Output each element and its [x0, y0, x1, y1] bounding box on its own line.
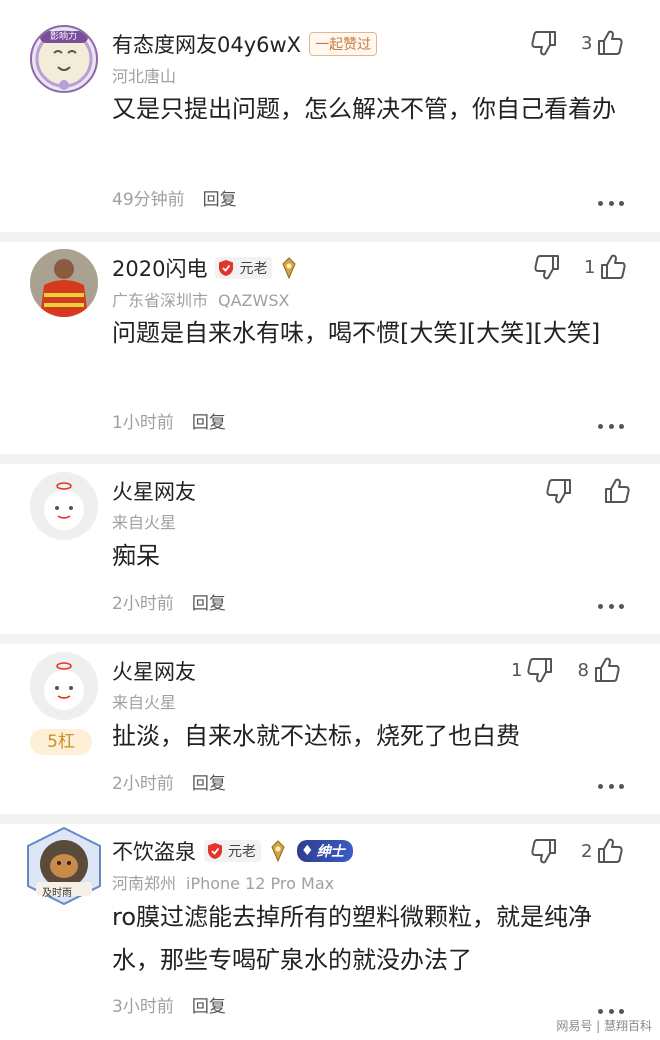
reply-button[interactable]: 回复 [203, 185, 237, 210]
like-button[interactable]: 2 [581, 836, 625, 866]
timestamp: 49分钟前 [112, 190, 185, 210]
divider [0, 814, 660, 824]
like-count: 1 [584, 256, 596, 278]
location-text: 广东省深圳市 [112, 291, 209, 310]
more-icon[interactable] [598, 782, 624, 790]
location: 来自火星 [112, 509, 176, 533]
like-count: 2 [581, 840, 593, 862]
location-text: 来自火星 [112, 513, 177, 532]
comment-text: ro膜过滤能去掉所有的塑料微颗粒，就是纯净水，那些专喝矿泉水的就没办法了 [112, 903, 593, 974]
elder-badge: 元老 [204, 840, 261, 862]
default-avatar-icon [30, 472, 98, 540]
thumbs-up-icon [598, 252, 628, 282]
like-count: 3 [581, 32, 593, 54]
thumbs-down-icon [529, 28, 559, 58]
avatar[interactable]: 及时雨 [24, 826, 104, 906]
device-text: iPhone 12 Pro Max [186, 874, 335, 893]
location: 来自火星 [112, 689, 176, 713]
comment-text: 痴呆 [112, 542, 160, 570]
comment-text: 问题是自来水有味，喝不惯[大笑][大笑][大笑] [112, 319, 601, 347]
avatar-frame-label: 及时雨 [42, 888, 72, 899]
dislike-button[interactable] [526, 28, 559, 58]
divider [0, 232, 660, 242]
avatar[interactable] [30, 249, 98, 317]
comment-item: 5杠 火星网友 来自火星 扯淡，自来水就不达标，烧死了也白费 2小时前 回复 1… [0, 644, 660, 814]
location-text: 河北唐山 [112, 67, 177, 86]
username[interactable]: 有态度网友04y6wX [112, 29, 301, 59]
default-avatar-icon [30, 652, 98, 720]
rank-badge: 5杠 [30, 729, 92, 755]
reply-button[interactable]: 回复 [192, 589, 226, 614]
thumbs-up-icon [595, 28, 625, 58]
reply-button[interactable]: 回复 [192, 408, 226, 433]
dislike-count: 1 [511, 659, 523, 681]
shield-icon [208, 843, 222, 859]
gentleman-badge: ♦ 绅士 [297, 840, 353, 862]
thumbs-up-icon [592, 655, 622, 685]
avatar-frame-label: 影响力 [50, 32, 78, 42]
more-icon[interactable] [598, 199, 624, 207]
like-button[interactable] [599, 476, 632, 506]
reply-button[interactable]: 回复 [192, 769, 226, 794]
comment-item: 影响力 有态度网友04y6wX 一起赞过 河北唐山 又是只提出问题，怎么解决不管… [0, 0, 660, 232]
location: 河北唐山 [112, 63, 176, 87]
username[interactable]: 不饮盗泉 [112, 836, 196, 866]
elder-badge: 元老 [215, 257, 273, 279]
location-text: 河南郑州 [112, 874, 177, 893]
like-button[interactable]: 8 [577, 655, 621, 685]
location: 广东省深圳市 QAZWSX [112, 287, 289, 311]
comment-item: 火星网友 来自火星 痴呆 2小时前 回复 [0, 464, 660, 634]
medal-icon [282, 257, 297, 279]
medal-icon [271, 840, 285, 862]
watermark: 网易号 | 慧翔百科 [556, 1019, 652, 1033]
dislike-button[interactable] [541, 476, 574, 506]
dislike-button[interactable] [529, 252, 562, 282]
reply-button[interactable]: 回复 [192, 992, 226, 1017]
avatar[interactable] [30, 652, 98, 720]
location-text: 来自火星 [112, 693, 177, 712]
gentleman-icon: ♦ [301, 843, 314, 859]
timestamp: 3小时前 [112, 997, 174, 1017]
dislike-button[interactable] [526, 836, 559, 866]
shield-icon [219, 260, 234, 276]
location: 河南郑州 iPhone 12 Pro Max [112, 870, 334, 894]
thumbs-down-icon [544, 476, 574, 506]
thumbs-down-icon [532, 252, 562, 282]
like-button[interactable]: 3 [581, 28, 625, 58]
more-icon[interactable] [598, 602, 624, 610]
username[interactable]: 火星网友 [112, 476, 196, 506]
thumbs-down-icon [529, 836, 559, 866]
timestamp: 2小时前 [112, 594, 174, 614]
dislike-button[interactable]: 1 [511, 655, 555, 685]
username[interactable]: 火星网友 [112, 656, 196, 686]
thumbs-up-icon [595, 836, 625, 866]
thumbs-down-icon [525, 655, 555, 685]
avatar[interactable]: 影响力 [30, 25, 98, 93]
comment-item: 及时雨 不饮盗泉 元老 ♦ 绅士 河南郑州 iPhone 12 Pro Max r… [0, 824, 660, 1040]
divider [0, 454, 660, 464]
username[interactable]: 2020闪电 [112, 253, 207, 283]
like-button[interactable]: 1 [584, 252, 628, 282]
more-icon[interactable] [598, 422, 624, 430]
divider [0, 634, 660, 644]
avatar[interactable] [30, 472, 98, 540]
comment-text: 扯淡，自来水就不达标，烧死了也白费 [112, 722, 520, 750]
timestamp: 1小时前 [112, 413, 174, 433]
device-text: QAZWSX [218, 291, 290, 310]
comment-item: 2020闪电 元老 广东省深圳市 QAZWSX 问题是自来水有味，喝不惯[大笑][… [0, 242, 660, 454]
like-count: 8 [577, 659, 589, 681]
elder-badge-label: 元老 [239, 261, 268, 277]
gentleman-badge-label: 绅士 [316, 844, 345, 860]
more-icon[interactable] [598, 1007, 624, 1015]
liked-together-badge: 一起赞过 [309, 32, 378, 56]
timestamp: 2小时前 [112, 774, 174, 794]
thumbs-up-icon [602, 476, 632, 506]
comment-text: 又是只提出问题，怎么解决不管，你自己看着办 [112, 95, 616, 123]
elder-badge-label: 元老 [228, 844, 256, 860]
